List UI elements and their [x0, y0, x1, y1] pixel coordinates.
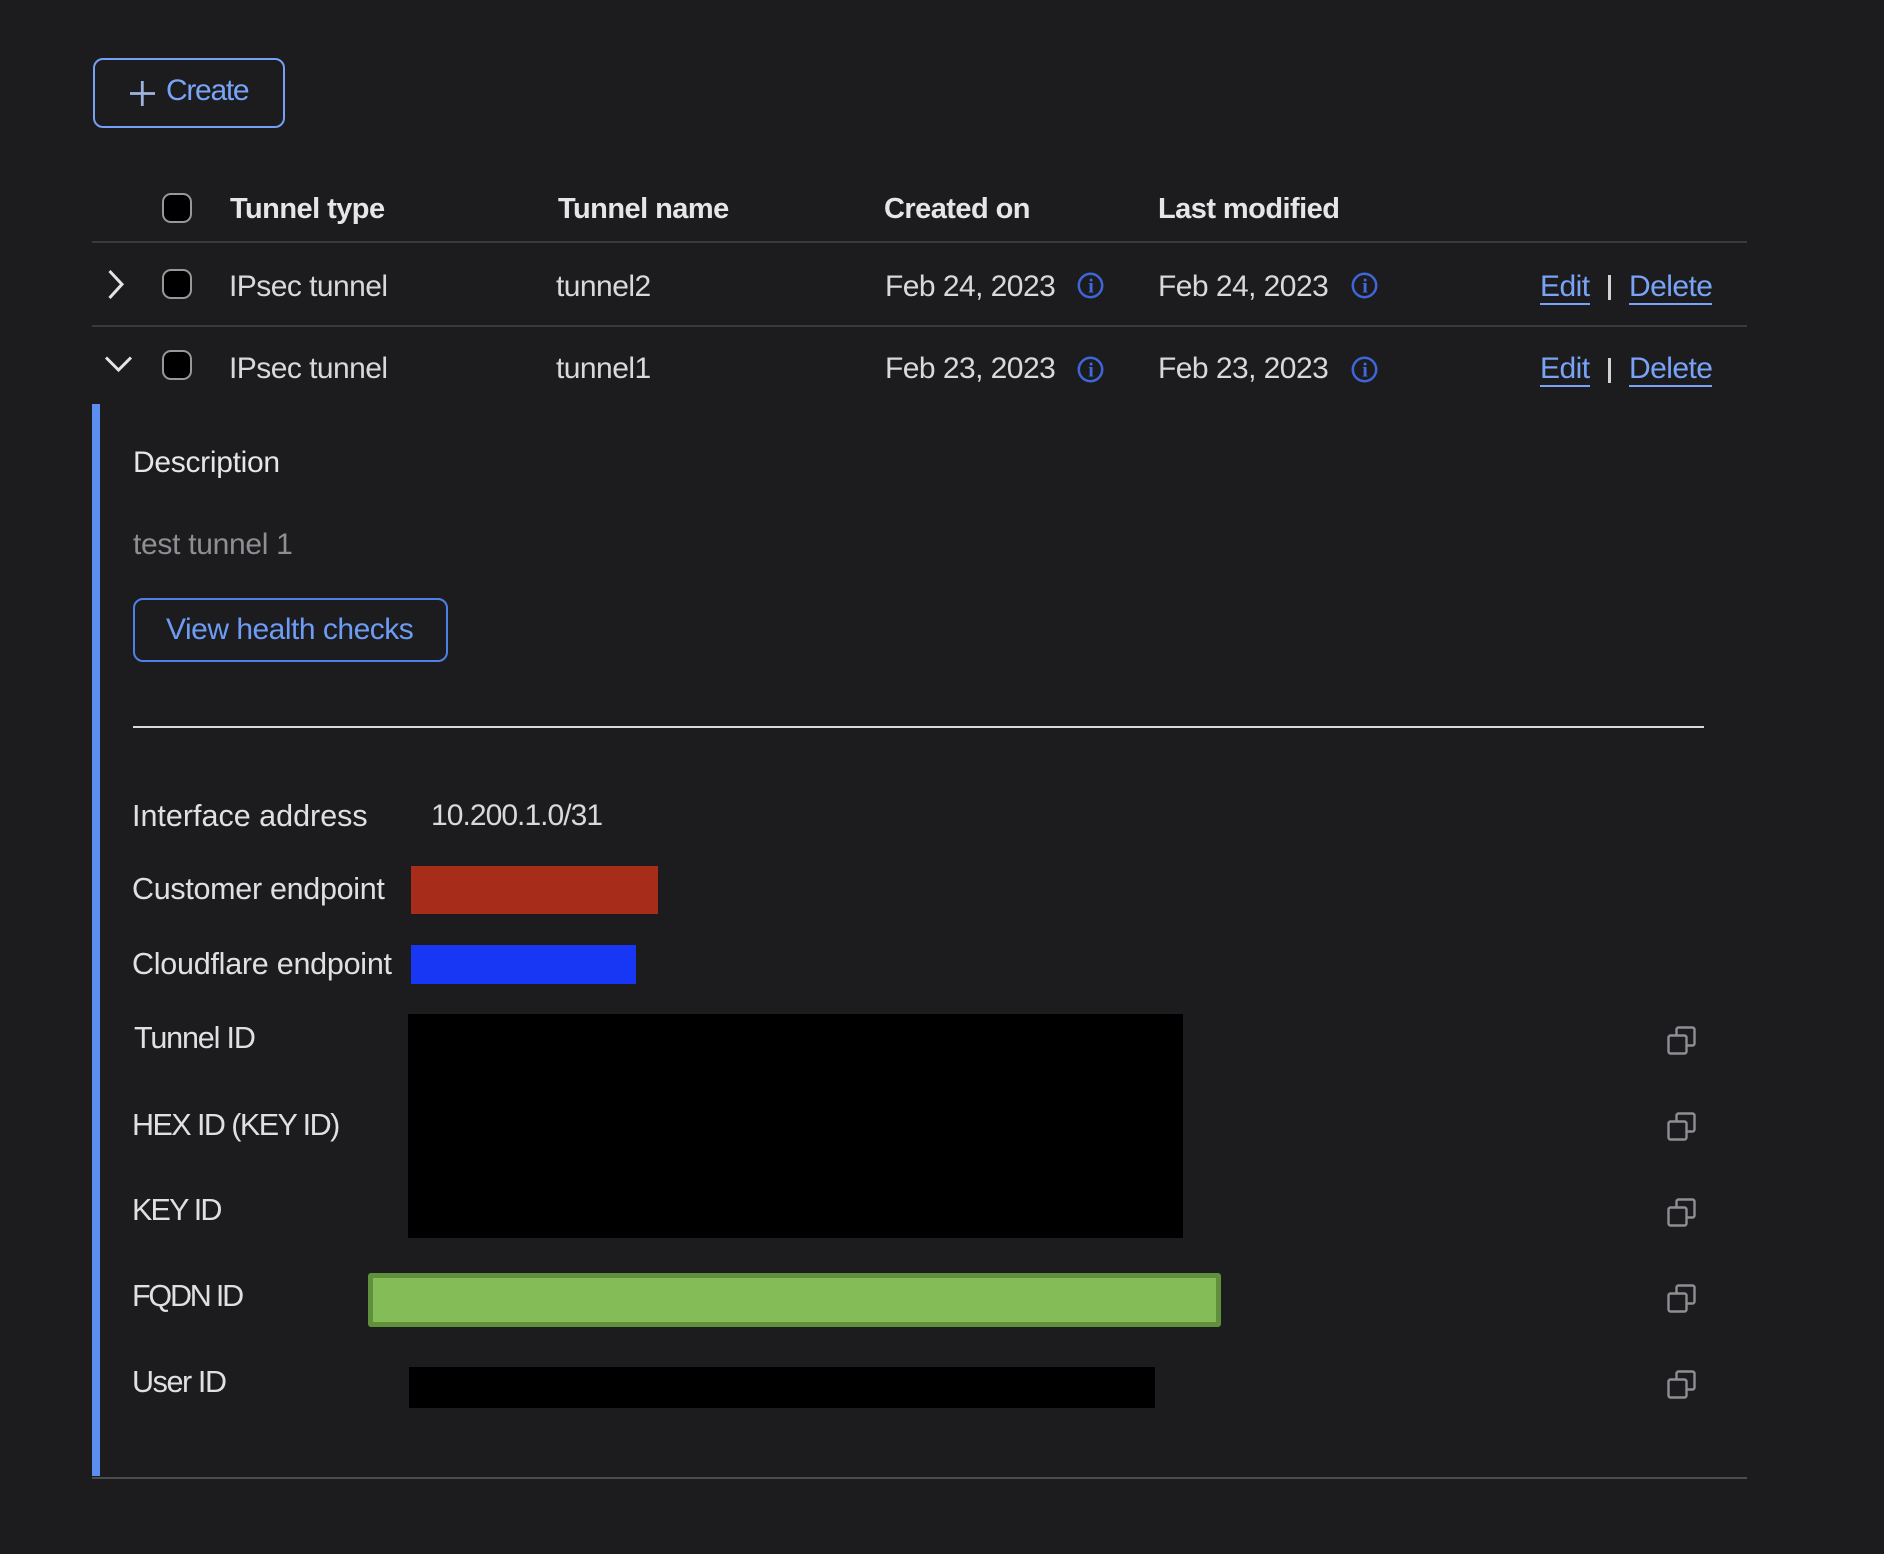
- svg-text:i: i: [1088, 275, 1094, 297]
- svg-text:i: i: [1362, 360, 1368, 382]
- svg-text:i: i: [1088, 360, 1094, 382]
- svg-text:i: i: [1362, 275, 1368, 297]
